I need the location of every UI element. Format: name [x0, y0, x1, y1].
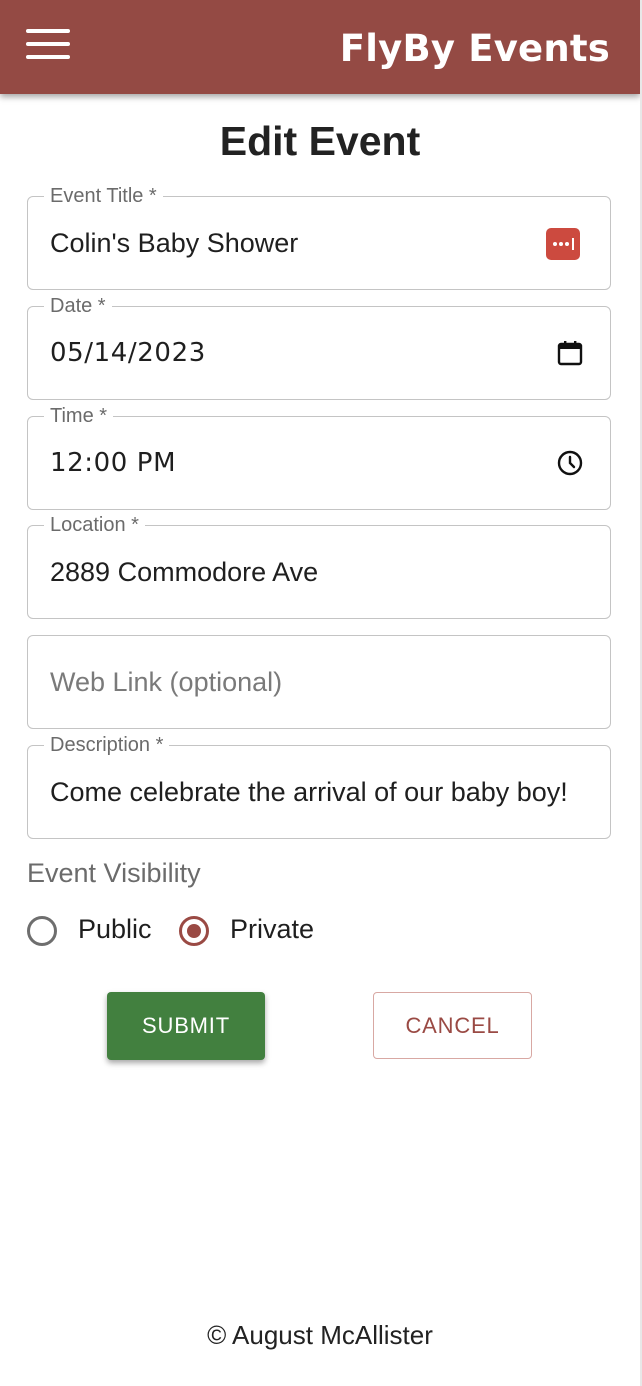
radio-public[interactable]: Public [27, 914, 157, 954]
web-link-field[interactable]: Web Link (optional) [27, 635, 611, 729]
location-field[interactable]: Location * 2889 Commodore Ave [27, 513, 611, 619]
clock-icon[interactable] [556, 449, 584, 477]
calendar-icon[interactable] [556, 339, 584, 367]
event-title-field[interactable]: Event Title * Colin's Baby Shower [27, 184, 611, 290]
app-brand[interactable]: FlyBy Events [340, 27, 610, 70]
app-bar: FlyBy Events [0, 0, 640, 94]
description-value[interactable]: Come celebrate the arrival of our baby b… [50, 777, 568, 808]
password-manager-icon[interactable] [546, 228, 580, 260]
location-value[interactable]: 2889 Commodore Ave [50, 557, 318, 588]
description-label: Description * [44, 733, 170, 757]
description-field[interactable]: Description * Come celebrate the arrival… [27, 733, 611, 839]
footer-copyright: © August McAllister [207, 1320, 433, 1350]
date-label: Date * [44, 294, 112, 318]
radio-private[interactable]: Private [179, 914, 319, 954]
time-field[interactable]: Time * 12:00 PM [27, 404, 611, 510]
time-label: Time * [44, 404, 114, 428]
date-value[interactable]: 05/14/2023 [50, 338, 206, 368]
radio-private-label[interactable]: Private [230, 914, 314, 945]
submit-button[interactable]: SUBMIT [107, 992, 265, 1060]
cancel-button[interactable]: CANCEL [373, 992, 532, 1059]
date-field[interactable]: Date * 05/14/2023 [27, 294, 611, 400]
radio-private-circle[interactable] [179, 916, 209, 946]
web-link-placeholder[interactable]: Web Link (optional) [50, 667, 282, 698]
hamburger-menu-icon[interactable] [26, 29, 70, 61]
radio-public-label[interactable]: Public [78, 914, 152, 945]
page-title: Edit Event [219, 118, 421, 164]
location-label: Location * [44, 513, 145, 537]
radio-public-circle[interactable] [27, 916, 57, 946]
event-title-label: Event Title * [44, 184, 163, 208]
event-visibility-label: Event Visibility [27, 858, 201, 888]
event-title-value[interactable]: Colin's Baby Shower [50, 228, 298, 259]
time-value[interactable]: 12:00 PM [50, 448, 176, 478]
